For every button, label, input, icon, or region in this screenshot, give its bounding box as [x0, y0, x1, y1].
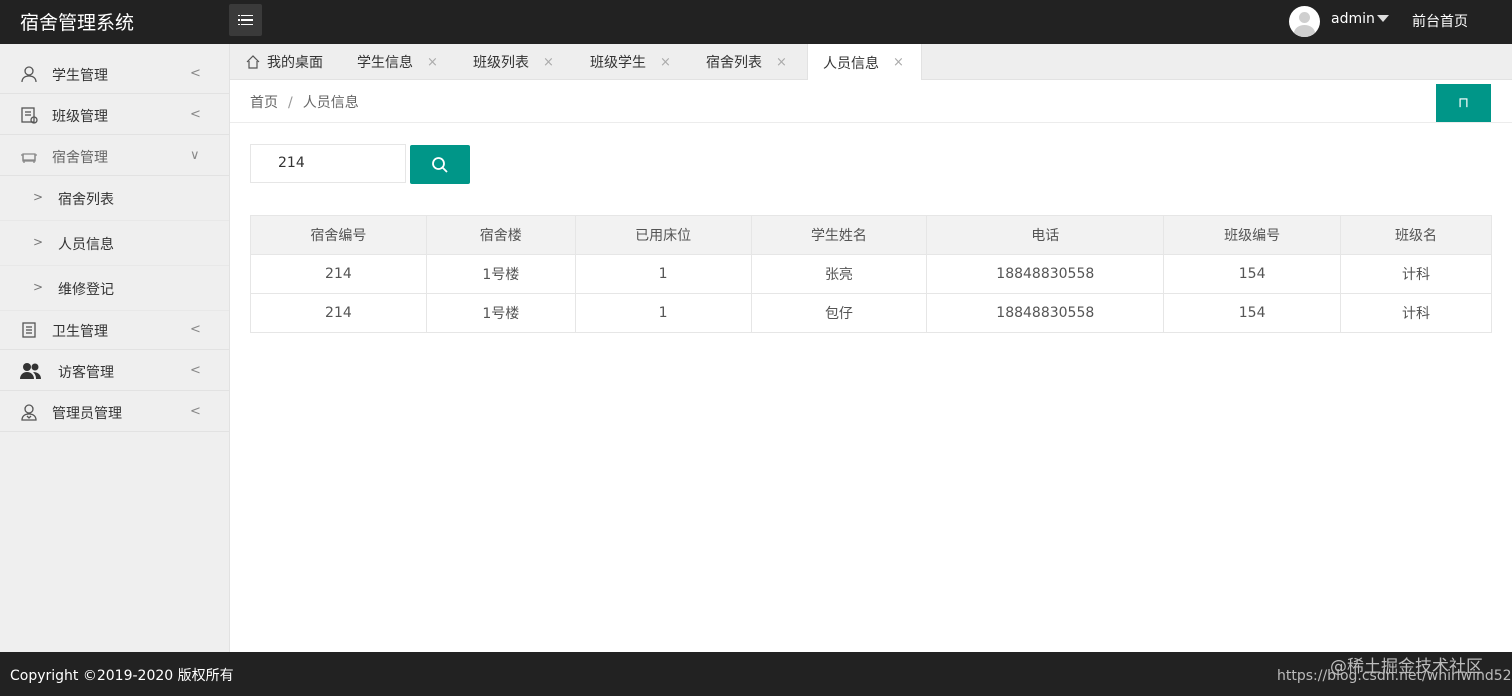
top-header: 宿舍管理系统 admin 前台首页	[0, 0, 1512, 44]
table-cell: 张亮	[750, 254, 928, 294]
user-icon	[21, 66, 37, 83]
column-header: 宿舍楼	[425, 215, 576, 255]
sidebar-subitem-repairs[interactable]: > 维修登记	[0, 266, 229, 311]
table-cell: 计科	[1340, 254, 1492, 294]
search-button[interactable]	[410, 145, 470, 184]
home-icon	[246, 55, 260, 69]
table-row: 214 1号楼 1 张亮 18848830558 154 计科	[250, 254, 1492, 294]
chevron-down-icon: ∨	[190, 148, 200, 163]
breadcrumb-bar: 首页 / 人员信息 ⊓	[230, 80, 1512, 123]
sidebar-item-admins[interactable]: 管理员管理 <	[0, 392, 229, 432]
sidebar-item-dorms[interactable]: 宿舍管理 ∨	[0, 136, 229, 176]
sofa-icon	[21, 153, 37, 163]
sidebar-item-visitors[interactable]: 访客管理 <	[0, 351, 229, 391]
table-cell: 214	[250, 293, 427, 333]
tab-class-students[interactable]: 班级学生 ×	[590, 44, 671, 80]
document-icon	[22, 322, 36, 338]
tab-desktop[interactable]: 我的桌面	[245, 44, 323, 80]
front-page-link[interactable]: 前台首页	[1412, 11, 1468, 31]
table-header-row: 宿舍编号 宿舍楼 已用床位 学生姓名 电话 班级编号 班级名	[250, 215, 1492, 255]
table-cell: 包仔	[750, 293, 928, 333]
column-header: 已用床位	[574, 215, 752, 255]
column-header: 班级编号	[1163, 215, 1342, 255]
table-cell: 18848830558	[926, 254, 1165, 294]
app-title: 宿舍管理系统	[20, 12, 135, 34]
table-cell: 154	[1163, 293, 1342, 333]
tab-dorm-list[interactable]: 宿舍列表 ×	[706, 44, 787, 80]
close-icon[interactable]: ×	[893, 55, 904, 70]
breadcrumb-current: 人员信息	[302, 95, 359, 111]
avatar[interactable]	[1289, 6, 1320, 37]
column-header: 学生姓名	[750, 215, 928, 255]
refresh-icon: ⊓	[1458, 95, 1469, 111]
table-row: 214 1号楼 1 包仔 18848830558 154 计科	[250, 293, 1492, 333]
list-menu-icon	[238, 14, 253, 26]
column-header: 电话	[926, 215, 1165, 255]
table-cell: 1	[574, 254, 752, 294]
admin-user-icon	[21, 404, 37, 421]
chevron-right-icon: >	[33, 190, 44, 204]
table-cell: 1号楼	[425, 254, 576, 294]
search-input[interactable]: 214	[250, 144, 406, 183]
tab-class-list[interactable]: 班级列表 ×	[473, 44, 554, 80]
sidebar-item-students[interactable]: 学生管理 <	[0, 54, 229, 94]
search-icon	[432, 156, 448, 173]
table-cell: 1	[574, 293, 752, 333]
chevron-right-icon: >	[33, 235, 44, 249]
column-header: 宿舍编号	[250, 215, 427, 255]
breadcrumb-home[interactable]: 首页	[250, 95, 278, 111]
class-doc-icon	[21, 107, 38, 124]
table-cell: 1号楼	[425, 293, 576, 333]
sidebar-item-hygiene[interactable]: 卫生管理 <	[0, 310, 229, 350]
sidebar-subitem-personnel[interactable]: > 人员信息	[0, 221, 229, 266]
chevron-right-icon: >	[33, 280, 44, 294]
tab-bar: 我的桌面 学生信息 × 班级列表 × 班级学生 × 宿舍列表 × 人员信息 ×	[230, 44, 1512, 81]
close-icon[interactable]: ×	[660, 55, 671, 70]
chevron-left-icon: <	[190, 404, 201, 419]
caret-down-icon[interactable]	[1377, 15, 1389, 22]
refresh-button[interactable]: ⊓	[1436, 84, 1491, 122]
user-name[interactable]: admin	[1331, 11, 1375, 27]
chevron-left-icon: <	[190, 66, 201, 81]
close-icon[interactable]: ×	[543, 55, 554, 70]
copyright-text: Copyright ©2019-2020 版权所有	[10, 668, 234, 684]
close-icon[interactable]: ×	[776, 55, 787, 70]
table-cell: 计科	[1340, 293, 1492, 333]
close-icon[interactable]: ×	[427, 55, 438, 70]
chevron-left-icon: <	[190, 363, 201, 378]
tab-personnel-info[interactable]: 人员信息 ×	[807, 44, 922, 81]
column-header: 班级名	[1340, 215, 1492, 255]
menu-toggle-button[interactable]	[229, 4, 262, 36]
chevron-left-icon: <	[190, 107, 201, 122]
sidebar-item-classes[interactable]: 班级管理 <	[0, 95, 229, 135]
table-cell: 18848830558	[926, 293, 1165, 333]
breadcrumb: 首页 / 人员信息	[250, 95, 359, 111]
group-icon	[20, 363, 41, 379]
sidebar-subitem-dorm-list[interactable]: > 宿舍列表	[0, 176, 229, 221]
chevron-left-icon: <	[190, 322, 201, 337]
watermark-url: https://blog.csdn.net/whirlwind526	[1277, 668, 1512, 684]
table-cell: 154	[1163, 254, 1342, 294]
personnel-table: 宿舍编号 宿舍楼 已用床位 学生姓名 电话 班级编号 班级名 214 1号楼 1…	[250, 215, 1492, 333]
table-cell: 214	[250, 254, 427, 294]
tab-student-info[interactable]: 学生信息 ×	[357, 44, 438, 80]
sidebar: 学生管理 < 班级管理 < 宿舍管理 ∨ > 宿舍列表 > 人员信息 > 维修登…	[0, 44, 230, 652]
